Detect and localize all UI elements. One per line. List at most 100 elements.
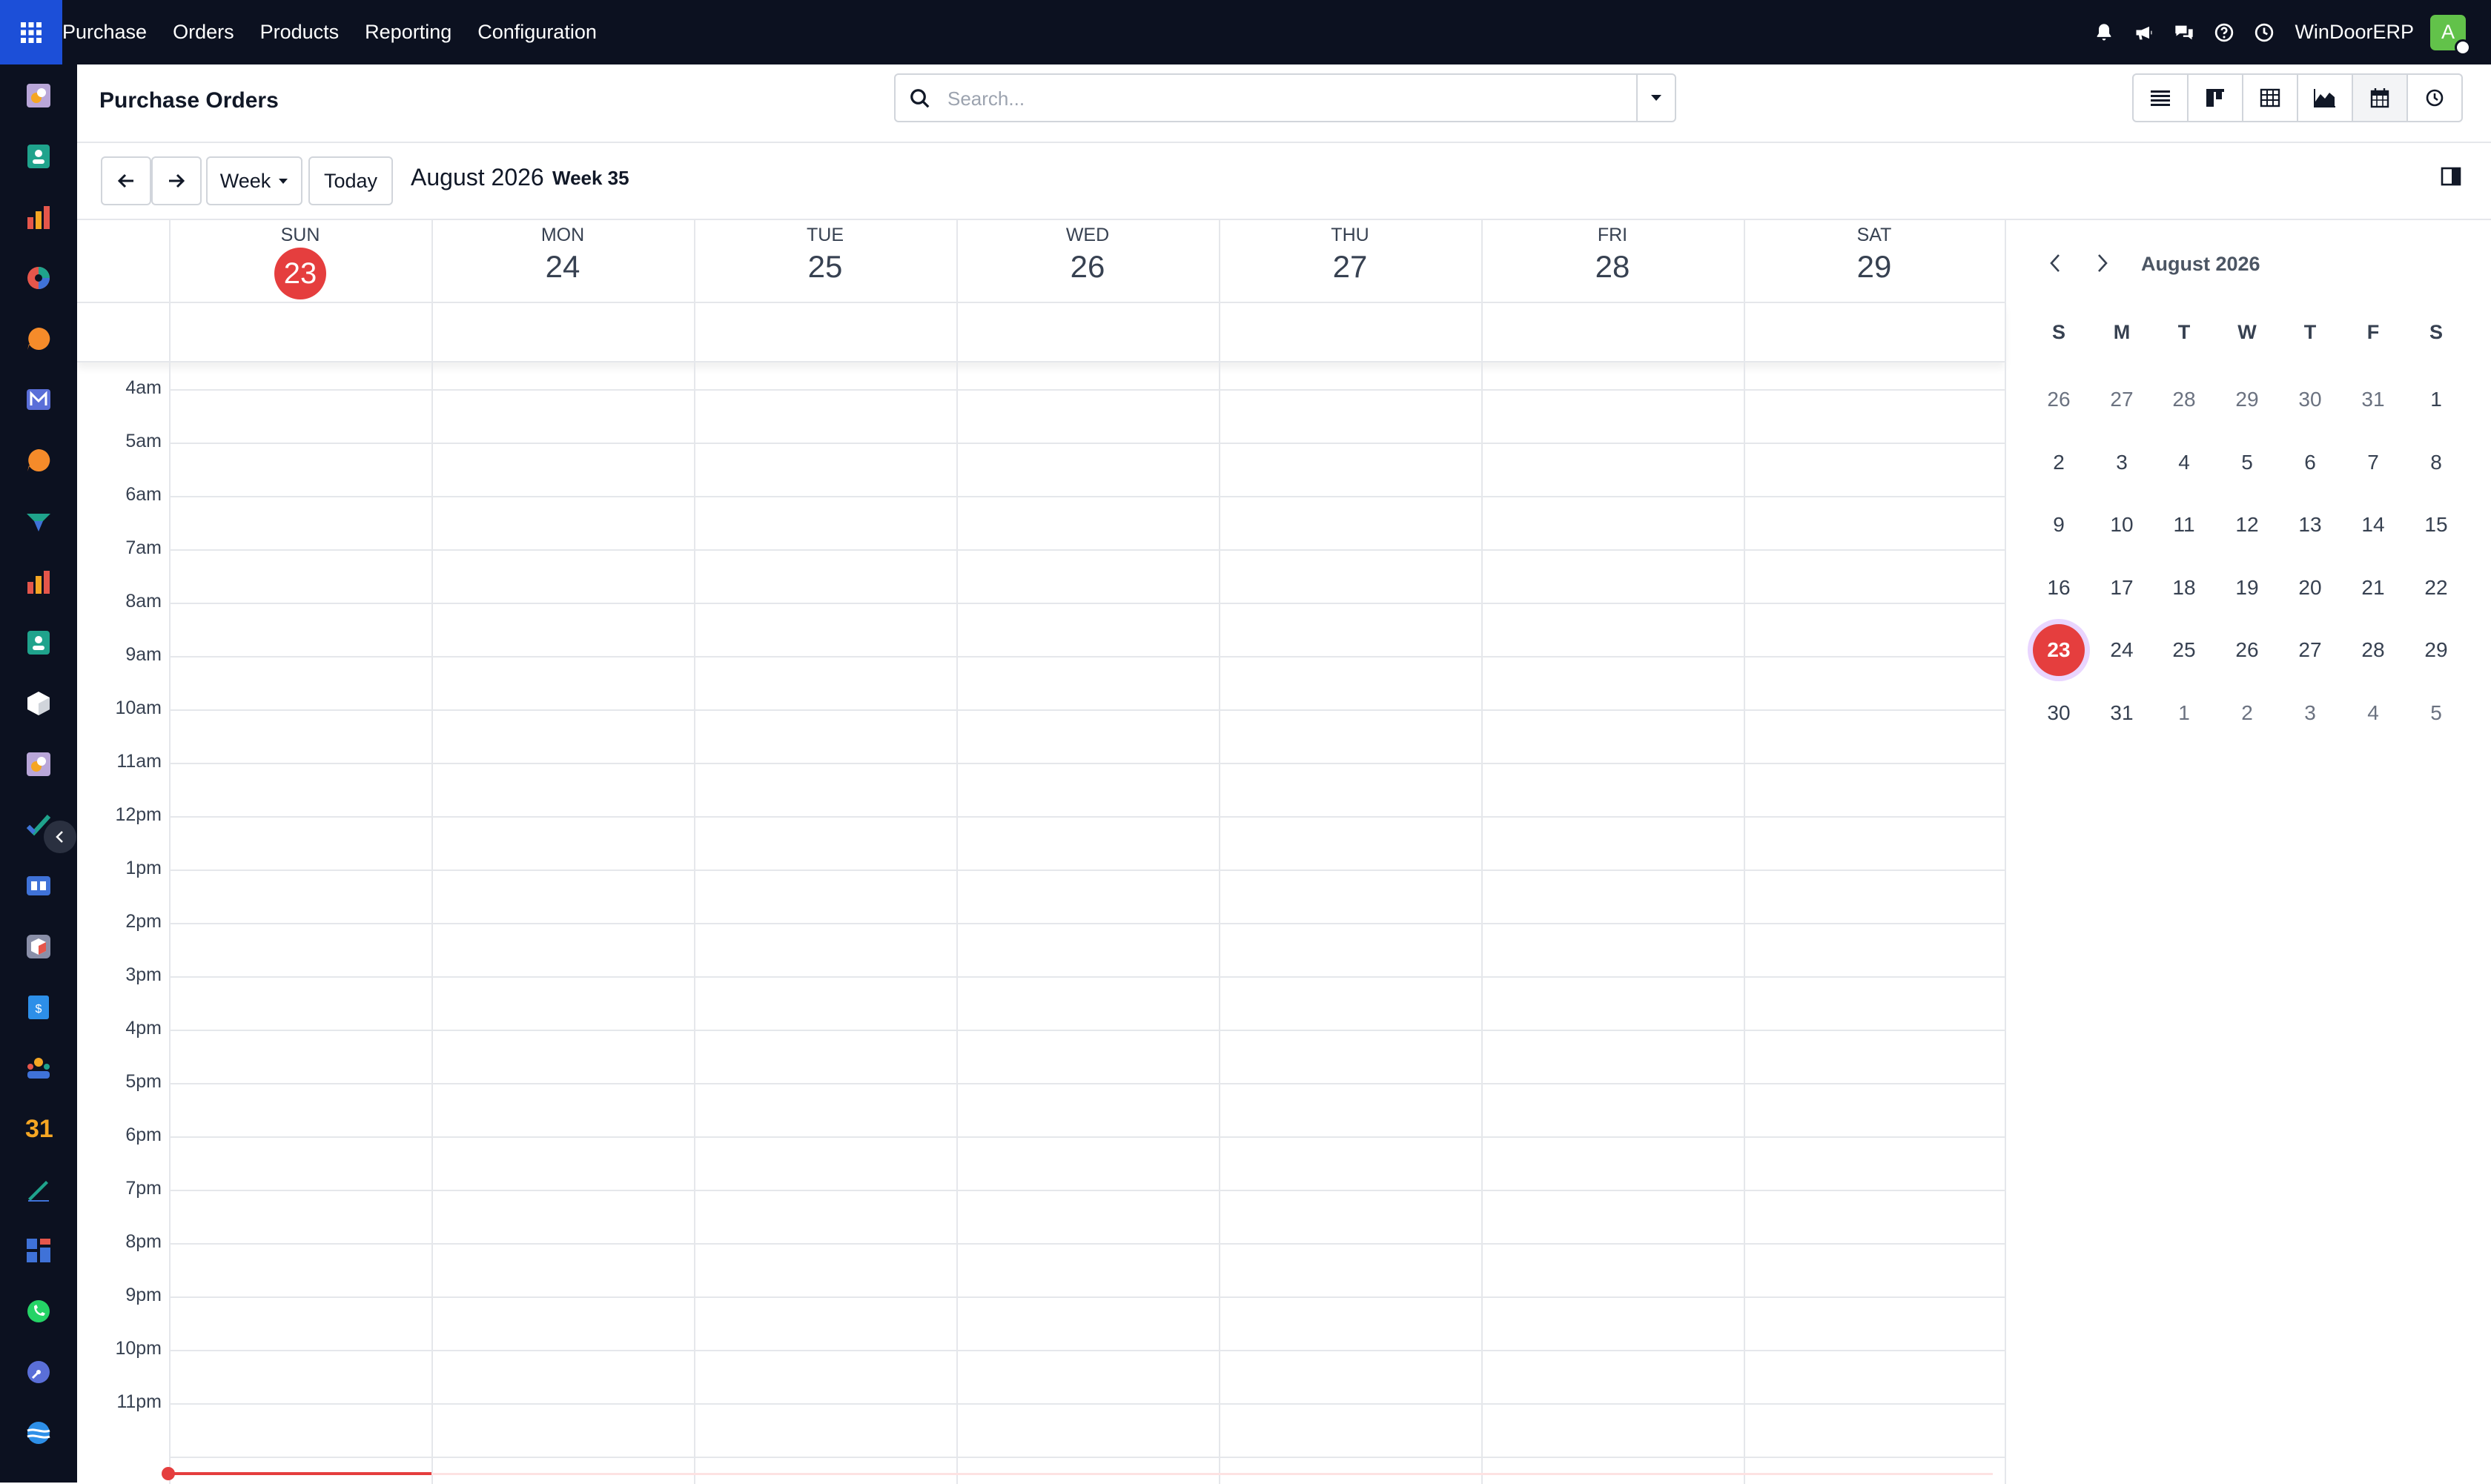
mini-calendar-day[interactable]: 21 [2347,562,2399,614]
previous-button[interactable] [101,156,151,205]
dashboard-app-icon[interactable] [25,265,52,291]
mini-calendar-day[interactable]: 17 [2096,562,2148,614]
mini-calendar-day[interactable]: 4 [2347,687,2399,739]
sign-app-icon[interactable] [25,1176,52,1203]
day-header-tue[interactable]: TUE 25 [694,220,956,302]
menu-configuration[interactable]: Configuration [477,21,597,44]
mini-calendar-day[interactable]: 14 [2347,499,2399,551]
mini-calendar-day[interactable]: 4 [2158,437,2210,488]
mini-calendar-day[interactable]: 9 [2033,499,2085,551]
megaphone-icon[interactable] [2124,0,2164,64]
activity-view-button[interactable] [2406,73,2463,122]
mini-calendar-next[interactable] [2088,248,2117,278]
mini-calendar-day[interactable]: 24 [2096,624,2148,676]
mini-calendar-day[interactable]: 10 [2096,499,2148,551]
invoicing-app-icon[interactable]: $ [25,994,52,1021]
day-header-thu[interactable]: THU 27 [1219,220,1481,302]
mini-calendar-day[interactable]: 29 [2221,374,2273,425]
time-off-app-icon[interactable] [25,1359,52,1385]
all-day-row[interactable] [77,302,2005,362]
list-view-button[interactable] [2132,73,2189,122]
knowledge-app-icon[interactable] [25,872,52,899]
mini-calendar-day[interactable]: 12 [2221,499,2273,551]
team-app-icon[interactable] [25,1055,52,1081]
user-avatar[interactable]: A [2430,14,2471,56]
mini-calendar-day[interactable]: 3 [2284,687,2336,739]
mini-calendar-day[interactable]: 5 [2410,687,2462,739]
crm-app-icon[interactable] [25,508,52,534]
calendar-view-button[interactable] [2352,73,2408,122]
mini-calendar-day[interactable]: 2 [2221,687,2273,739]
menu-products[interactable]: Products [260,21,340,44]
mini-calendar-day[interactable]: 7 [2347,437,2399,488]
day-header-wed[interactable]: WED 26 [956,220,1219,302]
mini-calendar-day[interactable]: 31 [2096,687,2148,739]
menu-orders[interactable]: Orders [173,21,234,44]
scale-dropdown[interactable]: Week [206,156,302,205]
dashboards-app-icon[interactable] [25,1237,52,1264]
mini-calendar-day[interactable]: 27 [2284,624,2336,676]
day-header-fri[interactable]: FRI 28 [1481,220,1744,302]
side-panel-toggle[interactable] [2441,167,2461,190]
mini-calendar-day[interactable]: 29 [2410,624,2462,676]
employees-app-icon[interactable] [25,629,52,656]
today-button[interactable]: Today [308,156,393,205]
sidebar-collapse-button[interactable] [44,821,76,853]
email-marketing-app-icon[interactable] [25,386,52,413]
discuss-app-icon[interactable] [25,325,52,352]
menu-reporting[interactable]: Reporting [365,21,451,44]
mini-calendar-day[interactable]: 6 [2284,437,2336,488]
mini-calendar-day[interactable]: 28 [2347,624,2399,676]
mini-calendar-prev[interactable] [2040,248,2070,278]
sales-app-icon[interactable] [25,204,52,231]
live-chat-app-icon[interactable] [25,447,52,474]
mini-calendar-day[interactable]: 26 [2221,624,2273,676]
mini-calendar-day[interactable]: 5 [2221,437,2273,488]
bell-icon[interactable] [2084,0,2124,64]
mini-calendar-day[interactable]: 16 [2033,562,2085,614]
mini-calendar-day[interactable]: 3 [2096,437,2148,488]
day-header-sat[interactable]: SAT 29 [1744,220,2005,302]
apps-menu-button[interactable] [0,0,62,64]
mini-calendar-day[interactable]: 20 [2284,562,2336,614]
company-name[interactable]: WinDoorERP [2295,21,2414,44]
next-button[interactable] [151,156,202,205]
mini-calendar-day[interactable]: 1 [2410,374,2462,425]
mini-calendar-day[interactable]: 13 [2284,499,2336,551]
mini-calendar-day[interactable]: 18 [2158,562,2210,614]
search-options-toggle[interactable] [1636,75,1675,121]
chat-icon[interactable] [2164,0,2204,64]
inventory-app-icon[interactable] [25,690,52,717]
mini-calendar-day[interactable]: 19 [2221,562,2273,614]
clock-icon[interactable] [2244,0,2284,64]
pivot-view-button[interactable] [2242,73,2298,122]
website-app-icon[interactable] [25,1420,52,1446]
whatsapp-app-icon[interactable] [25,1298,52,1325]
calendar-app-icon[interactable]: 31 [25,1116,53,1142]
mini-calendar-day[interactable]: 15 [2410,499,2462,551]
help-icon[interactable] [2204,0,2244,64]
day-header-mon[interactable]: MON 24 [431,220,694,302]
mini-calendar-day-today[interactable]: 23 [2033,624,2085,676]
purchase-app-icon[interactable] [25,751,52,778]
mini-calendar-day[interactable]: 11 [2158,499,2210,551]
mini-calendar-day[interactable]: 30 [2284,374,2336,425]
mini-calendar-day[interactable]: 1 [2158,687,2210,739]
mini-calendar-day[interactable]: 27 [2096,374,2148,425]
purchase-app-icon[interactable] [25,82,52,109]
mini-calendar-day[interactable]: 2 [2033,437,2085,488]
product-app-icon[interactable] [25,933,52,960]
day-header-sun[interactable]: SUN 23 [169,220,431,302]
graph-view-button[interactable] [2297,73,2353,122]
mini-calendar-day[interactable]: 8 [2410,437,2462,488]
mini-calendar-day[interactable]: 25 [2158,624,2210,676]
mini-calendar-day[interactable]: 28 [2158,374,2210,425]
mini-calendar-day[interactable]: 22 [2410,562,2462,614]
search-input[interactable] [947,84,1615,113]
kanban-view-button[interactable] [2187,73,2243,122]
reporting-app-icon[interactable] [25,569,52,595]
mini-calendar-day[interactable]: 30 [2033,687,2085,739]
mini-calendar-day[interactable]: 26 [2033,374,2085,425]
contacts-app-icon[interactable] [25,143,52,170]
menu-purchase[interactable]: Purchase [62,21,147,44]
